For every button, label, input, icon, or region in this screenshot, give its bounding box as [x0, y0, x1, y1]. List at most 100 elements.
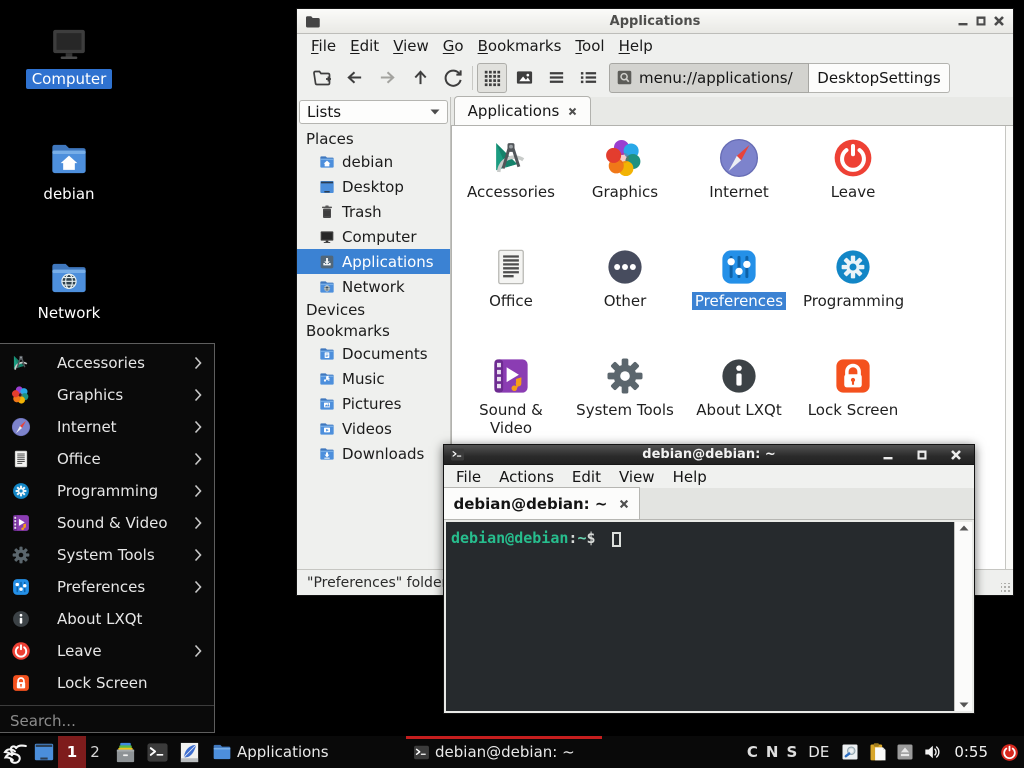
sidebar-item-applications[interactable]: Applications — [297, 249, 450, 274]
volume-icon[interactable] — [922, 742, 942, 762]
path-segment-desktopsettings[interactable]: DesktopSettings — [809, 63, 950, 93]
sidebar-item-trash[interactable]: Trash — [297, 199, 450, 224]
up-button[interactable] — [405, 63, 435, 93]
up-icon — [411, 68, 430, 87]
sidebar-item-documents[interactable]: Documents — [297, 341, 450, 366]
app-category-internet[interactable]: Internet — [682, 137, 796, 201]
app-category-system-tools[interactable]: System Tools — [568, 355, 682, 419]
sidebar-item-desktop[interactable]: Desktop — [297, 174, 450, 199]
back-button[interactable] — [339, 63, 369, 93]
fm-tab-applications[interactable]: Applications — [454, 96, 591, 125]
sidebar-item-debian[interactable]: debian — [297, 149, 450, 174]
quicklaunch-featherpad[interactable] — [174, 736, 204, 768]
sidebar-item-computer[interactable]: Computer — [297, 224, 450, 249]
clock[interactable]: 0:55 — [954, 743, 988, 761]
scroll-up-icon[interactable] — [959, 525, 969, 531]
fm-menu-view[interactable]: View — [386, 36, 436, 56]
terminal-titlebar[interactable]: debian@debian: ~ — [444, 445, 974, 465]
graphics-icon — [11, 385, 31, 405]
power-icon[interactable] — [1000, 743, 1019, 762]
fm-titlebar[interactable]: Applications — [297, 9, 1013, 34]
menu-item-internet[interactable]: Internet — [0, 411, 214, 443]
icon-view-button[interactable] — [477, 63, 507, 93]
terminal-menu-edit[interactable]: Edit — [563, 468, 610, 486]
terminal-menu-actions[interactable]: Actions — [490, 468, 563, 486]
sidebar-item-music[interactable]: Music — [297, 366, 450, 391]
menu-item-system-tools[interactable]: System Tools — [0, 539, 214, 571]
clipboard-icon[interactable] — [868, 742, 888, 762]
size-grip[interactable] — [1001, 583, 1011, 593]
new-tab-button[interactable] — [307, 63, 337, 93]
sidebar-item-videos[interactable]: Videos — [297, 416, 450, 441]
quicklaunch-file-manager[interactable] — [110, 736, 140, 768]
minimize-button[interactable] — [882, 449, 894, 461]
forward-button[interactable] — [372, 63, 402, 93]
desktop-icon-network[interactable]: Network — [14, 258, 124, 323]
tab-close-icon[interactable] — [568, 107, 577, 116]
minimize-button[interactable] — [957, 15, 969, 27]
terminal-screen[interactable]: debian@debian:~$ — [446, 522, 972, 711]
menu-item-graphics[interactable]: Graphics — [0, 379, 214, 411]
folder-documents-icon — [319, 346, 335, 362]
show-desktop-button[interactable] — [30, 736, 58, 768]
taskbar-item-terminal[interactable]: debian@debian: ~ — [406, 736, 602, 768]
fm-menu-edit[interactable]: Edit — [343, 36, 386, 56]
app-category-about-lxqt[interactable]: About LXQt — [682, 355, 796, 419]
workspace-2-button[interactable]: 2 — [86, 736, 104, 768]
tab-close-icon[interactable] — [619, 499, 629, 509]
compact-view-button[interactable] — [541, 63, 571, 93]
sidebar-mode-select[interactable]: Lists — [299, 100, 448, 124]
fm-menu-go[interactable]: Go — [436, 36, 471, 56]
maximize-button[interactable] — [916, 449, 928, 461]
fm-vertical-scrollbar[interactable] — [1005, 126, 1013, 569]
screenshot-icon[interactable] — [840, 742, 860, 762]
sidebar-item-downloads[interactable]: Downloads — [297, 441, 450, 466]
fm-menu-help[interactable]: Help — [612, 36, 660, 56]
terminal-scrollbar[interactable] — [954, 522, 972, 711]
thumbnail-view-button[interactable] — [509, 63, 539, 93]
app-category-leave[interactable]: Leave — [796, 137, 910, 201]
taskbar-item-applications[interactable]: Applications — [208, 736, 404, 768]
close-button[interactable] — [993, 15, 1005, 27]
menu-search-input[interactable]: Search... — [0, 706, 214, 736]
app-category-programming[interactable]: Programming — [796, 246, 910, 310]
app-category-sound-video[interactable]: Sound & Video — [454, 355, 568, 437]
keyboard-layout-indicator[interactable]: DE — [808, 743, 829, 761]
main-menu-button[interactable] — [0, 736, 30, 768]
quicklaunch-terminal[interactable] — [142, 736, 172, 768]
menu-item-sound-video[interactable]: Sound & Video — [0, 507, 214, 539]
menu-item-office[interactable]: Office — [0, 443, 214, 475]
eject-icon[interactable] — [896, 743, 914, 761]
app-category-other[interactable]: Other — [568, 246, 682, 310]
close-button[interactable] — [950, 449, 962, 461]
sidebar-item-pictures[interactable]: Pictures — [297, 391, 450, 416]
menu-item-leave[interactable]: Leave — [0, 635, 214, 667]
desktop-icon-computer[interactable]: Computer — [14, 24, 124, 89]
terminal-menu-help[interactable]: Help — [664, 468, 716, 486]
terminal-menu-file[interactable]: File — [447, 468, 490, 486]
refresh-button[interactable] — [438, 63, 468, 93]
terminal-menu-view[interactable]: View — [610, 468, 664, 486]
fm-menu-tool[interactable]: Tool — [568, 36, 611, 56]
fm-menu-bookmarks[interactable]: Bookmarks — [471, 36, 569, 56]
app-category-graphics[interactable]: Graphics — [568, 137, 682, 201]
terminal-tab[interactable]: debian@debian: ~ — [444, 487, 640, 519]
detailed-view-button[interactable] — [573, 63, 603, 93]
workspace-1-button[interactable]: 1 — [58, 736, 86, 768]
scroll-down-icon[interactable] — [959, 702, 969, 708]
office-icon — [11, 449, 31, 469]
sidebar-item-network[interactable]: Network — [297, 274, 450, 299]
app-category-preferences[interactable]: Preferences — [682, 246, 796, 310]
app-category-accessories[interactable]: Accessories — [454, 137, 568, 201]
menu-item-programming[interactable]: Programming — [0, 475, 214, 507]
app-category-lock-screen[interactable]: Lock Screen — [796, 355, 910, 419]
app-category-office[interactable]: Office — [454, 246, 568, 310]
menu-item-preferences[interactable]: Preferences — [0, 571, 214, 603]
menu-item-lock-screen[interactable]: Lock Screen — [0, 667, 214, 699]
fm-menu-file[interactable]: File — [304, 36, 343, 56]
desktop-icon-debian[interactable]: debian — [14, 139, 124, 204]
menu-item-about-lxqt[interactable]: About LXQt — [0, 603, 214, 635]
maximize-button[interactable] — [975, 15, 987, 27]
menu-item-accessories[interactable]: Accessories — [0, 347, 214, 379]
path-bar[interactable]: menu://applications/ — [609, 63, 809, 93]
